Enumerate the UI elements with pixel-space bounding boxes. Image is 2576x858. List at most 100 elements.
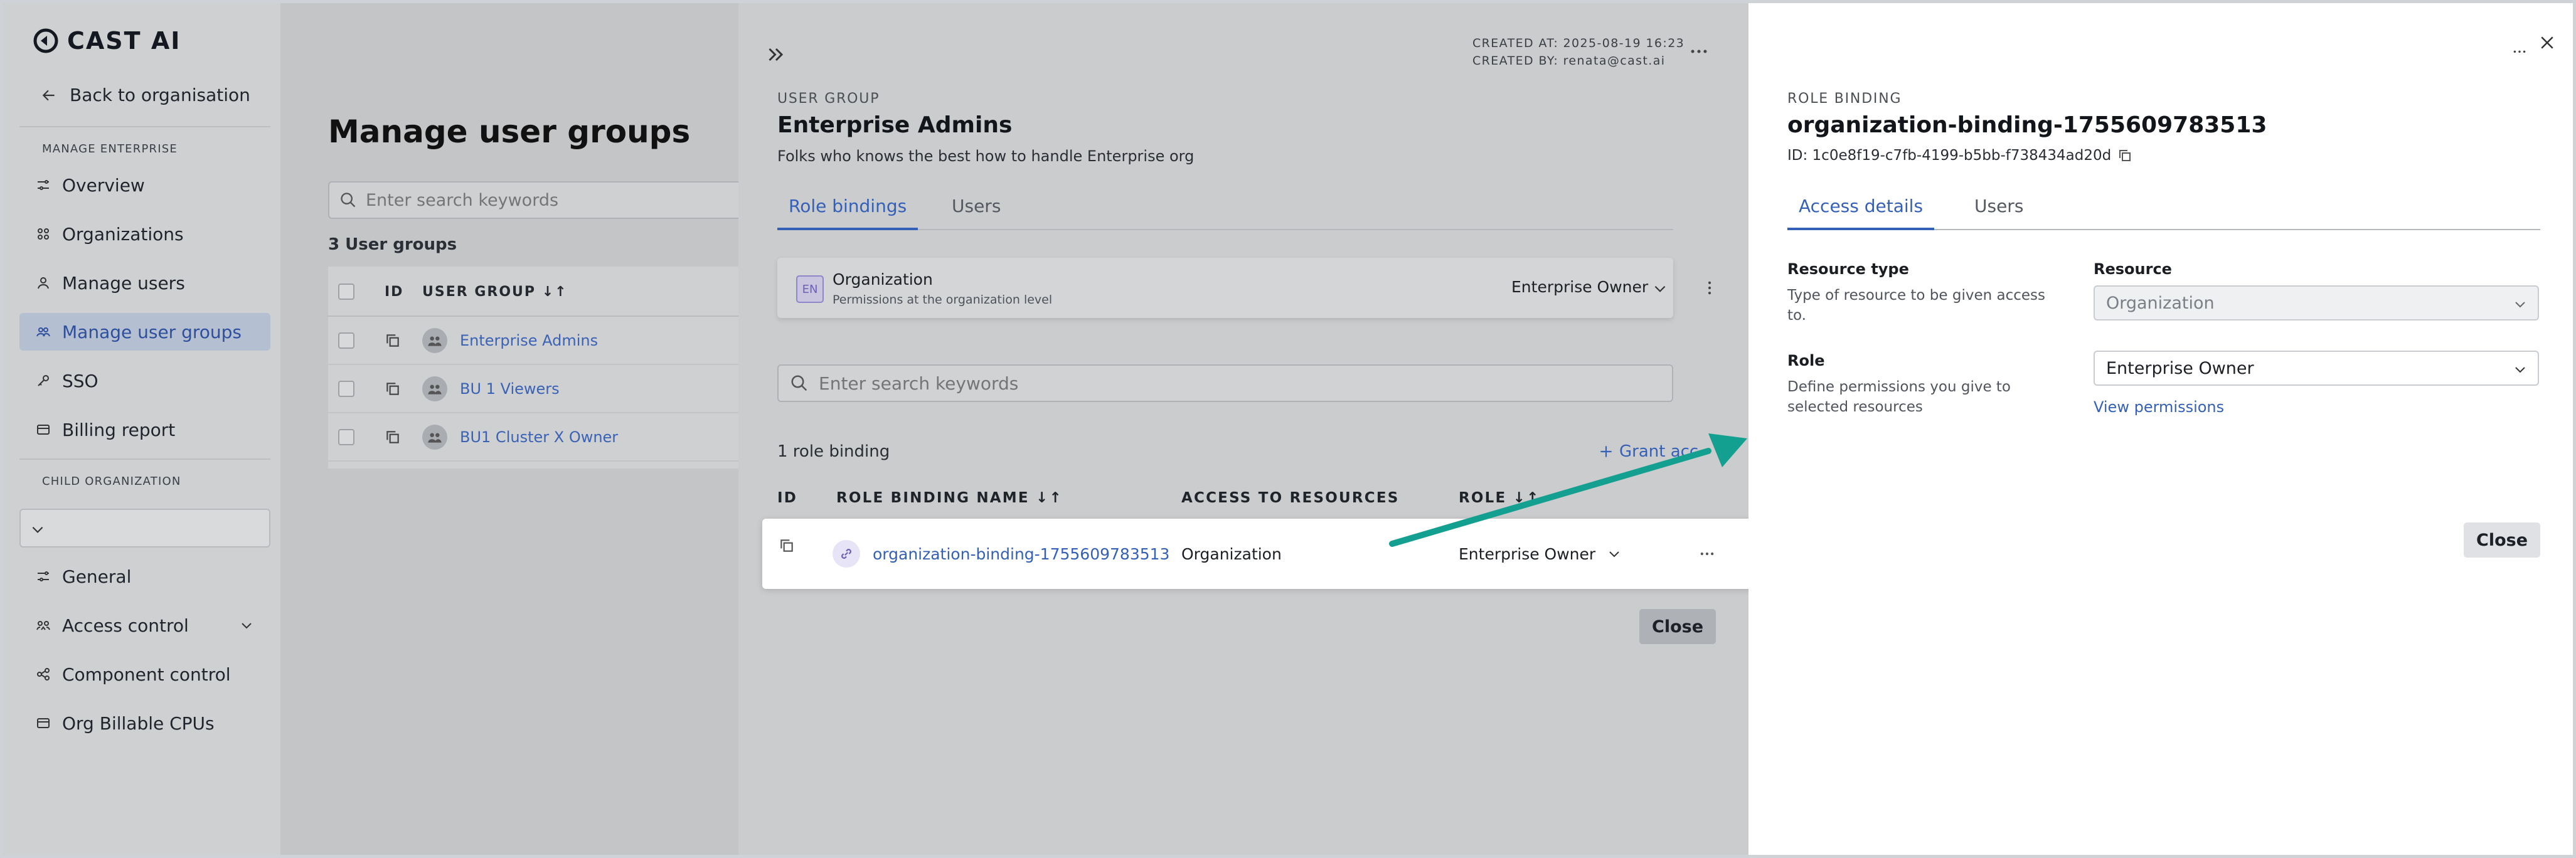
sidebar-item-access-control[interactable]: Access control	[19, 606, 270, 644]
tab-users[interactable]: Users	[1963, 189, 2035, 230]
chevron-down-icon[interactable]	[1607, 546, 1622, 561]
close-icon[interactable]	[2538, 33, 2557, 52]
sidebar-item-manage-user-groups[interactable]: Manage user groups	[19, 313, 270, 351]
role-select[interactable]: Enterprise Owner	[2094, 351, 2539, 386]
panel-eyebrow: USER GROUP	[777, 91, 880, 107]
more-horizontal-icon[interactable]	[2511, 41, 2528, 57]
tab-access-details[interactable]: Access details	[1787, 189, 1935, 230]
resource-type-help: Type of resource to be given access to.	[1787, 287, 2046, 324]
column-user-group-label: USER GROUP	[422, 284, 536, 300]
section-manage-enterprise: MANAGE ENTERPRISE	[42, 142, 178, 156]
group-name-link[interactable]: Enterprise Admins	[460, 332, 598, 349]
grant-access-button[interactable]: Grant acc	[1598, 442, 1698, 461]
resource-label: Resource	[2094, 260, 2172, 278]
plus-icon	[1600, 446, 1612, 457]
select-all-checkbox[interactable]	[338, 283, 354, 300]
sidebar-item-billing-report[interactable]: Billing report	[19, 411, 270, 448]
tab-users[interactable]: Users	[940, 189, 1012, 230]
panel-description: Folks who knows the best how to handle E…	[777, 147, 1195, 165]
chevron-down-icon[interactable]	[1652, 280, 1668, 297]
user-icon	[38, 277, 49, 289]
view-permissions-link[interactable]: View permissions	[2094, 398, 2224, 416]
more-horizontal-icon[interactable]	[1698, 545, 1716, 563]
copy-icon[interactable]	[779, 538, 795, 554]
sidebar-divider	[19, 126, 270, 127]
group-avatar	[422, 328, 447, 353]
back-to-organisation-link[interactable]: Back to organisation	[41, 85, 250, 105]
table-row[interactable]: Enterprise Admins	[328, 317, 767, 365]
resource-select[interactable]: Organization	[2094, 285, 2539, 320]
arrow-left-icon	[42, 90, 55, 100]
sidebar-item-component-control[interactable]: Component control	[19, 655, 270, 693]
group-tabs: Role bindings Users	[777, 189, 1673, 230]
copy-icon[interactable]	[2117, 148, 2132, 163]
users-icon	[428, 336, 442, 346]
role-binding-id-text: ID: 1c0e8f19-c7fb-4199-b5bb-f738434ad20d	[1787, 147, 2112, 164]
sidebar-item-organizations[interactable]: Organizations	[19, 215, 270, 253]
role-binding-role-select[interactable]: Enterprise Owner	[1459, 545, 1595, 563]
role-binding-id: ID: 1c0e8f19-c7fb-4199-b5bb-f738434ad20d	[1787, 147, 2132, 164]
column-id: ID	[385, 284, 404, 300]
role-binding-name-link[interactable]: organization-binding-1755609783513	[873, 545, 1169, 563]
table-row[interactable]: BU1 Cluster X Owner	[328, 413, 767, 462]
more-vertical-icon[interactable]	[1701, 279, 1718, 297]
users-icon	[428, 433, 442, 443]
role-bindings-search-input[interactable]	[819, 373, 1634, 394]
table-row[interactable]: BU 1 Viewers	[328, 365, 767, 413]
more-horizontal-icon[interactable]	[1688, 41, 1710, 62]
table-row[interactable]: organization-binding-1755609783513 Organ…	[762, 519, 1755, 589]
double-chevron-right-icon[interactable]	[765, 43, 787, 66]
link-avatar	[833, 540, 860, 568]
group-name-link[interactable]: BU1 Cluster X Owner	[460, 428, 618, 446]
column-access-to-resources: ACCESS TO RESOURCES	[1181, 490, 1400, 506]
tab-role-bindings[interactable]: Role bindings	[777, 189, 918, 230]
org-card-role-select[interactable]: Enterprise Owner	[1511, 278, 1648, 296]
access-users-icon	[36, 621, 50, 630]
sidebar-item-general[interactable]: General	[19, 558, 270, 595]
grant-access-label: Grant acc	[1619, 442, 1699, 461]
copy-icon[interactable]	[385, 332, 401, 349]
row-checkbox[interactable]	[338, 429, 354, 445]
sidebar-item-org-billable-cpus[interactable]: Org Billable CPUs	[19, 704, 270, 742]
sidebar-item-overview[interactable]: Overview	[19, 166, 270, 204]
role-binding-drawer: ROLE BINDING organization-binding-175560…	[1748, 3, 2573, 855]
sidebar-item-manage-users[interactable]: Manage users	[19, 264, 270, 302]
page-title: Manage user groups	[328, 114, 691, 150]
panel-title: Enterprise Admins	[777, 112, 1013, 138]
sidebar-item-label: Overview	[62, 174, 145, 196]
column-role[interactable]: ROLE ↓↑	[1459, 490, 1540, 506]
chevron-down-icon	[32, 526, 43, 533]
search-icon	[791, 375, 807, 391]
created-at: CREATED AT: 2025-08-19 16:23	[1472, 36, 1685, 50]
close-button[interactable]: Close	[2464, 522, 2541, 558]
sidebar-item-label: Organizations	[62, 223, 184, 245]
user-groups-search-input[interactable]	[366, 190, 692, 210]
column-id: ID	[777, 490, 798, 506]
org-badge: EN	[796, 275, 824, 303]
role-help: Define permissions you give to selected …	[1787, 379, 2011, 415]
logo[interactable]: CAST AI	[32, 27, 181, 55]
row-checkbox[interactable]	[338, 332, 354, 349]
sidebar-item-label: SSO	[62, 370, 98, 391]
child-organization-select[interactable]	[19, 509, 270, 548]
sidebar-item-label: Billing report	[62, 419, 176, 440]
role-bindings-search[interactable]	[777, 364, 1673, 402]
table-header: ID USER GROUP ↓↑	[328, 267, 767, 317]
group-name-link[interactable]: BU 1 Viewers	[460, 380, 560, 398]
user-groups-search[interactable]	[328, 181, 767, 219]
link-icon	[841, 549, 851, 559]
column-role-binding-name[interactable]: ROLE BINDING NAME ↓↑	[836, 490, 1063, 506]
sliders-icon	[38, 180, 49, 190]
close-button[interactable]: Close	[1639, 609, 1716, 644]
organization-role-card: EN Organization Permissions at the organ…	[777, 258, 1711, 318]
nodes-icon	[37, 668, 50, 681]
column-user-group[interactable]: USER GROUP ↓↑	[422, 284, 568, 300]
copy-icon[interactable]	[385, 381, 401, 397]
main-content: Manage user groups 3 User groups ID USER…	[280, 3, 767, 855]
chevron-down-icon	[2515, 367, 2525, 373]
sidebar-divider	[19, 458, 270, 460]
copy-icon[interactable]	[385, 429, 401, 445]
chevron-down-icon	[2515, 302, 2525, 308]
row-checkbox[interactable]	[338, 381, 354, 397]
sidebar-item-sso[interactable]: SSO	[19, 362, 270, 400]
